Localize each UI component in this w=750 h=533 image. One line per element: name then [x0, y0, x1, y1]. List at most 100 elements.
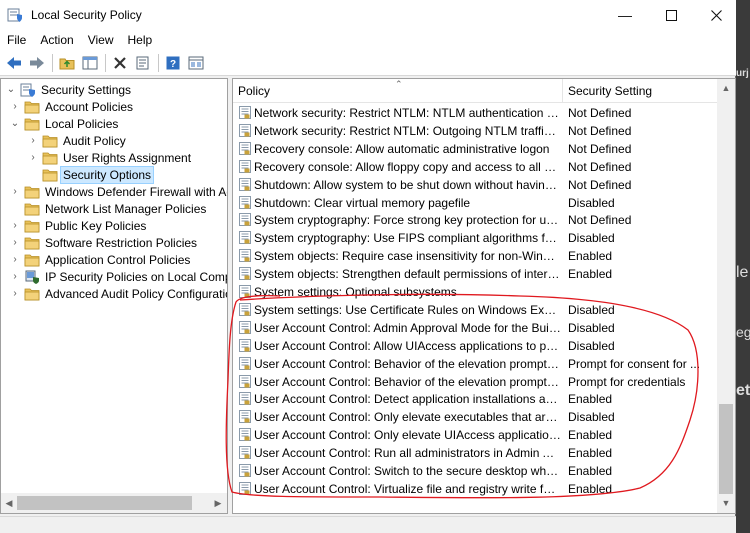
tree-item-label: Security Settings	[41, 82, 132, 97]
policy-row[interactable]: Shutdown: Allow system to be shut down w…	[233, 176, 717, 194]
scroll-left-icon[interactable]: ◀	[2, 495, 16, 511]
close-button[interactable]	[693, 0, 739, 30]
tree-item-label: Public Key Policies	[45, 218, 147, 233]
collapsed-chevron-icon[interactable]: ›	[9, 237, 21, 249]
policy-row[interactable]: User Account Control: Only elevate UIAcc…	[233, 426, 717, 444]
tree-horizontal-scrollbar[interactable]: ◀ ▶	[1, 493, 227, 513]
tree-item-label: IP Security Policies on Local Compute	[45, 269, 228, 284]
policy-row[interactable]: User Account Control: Allow UIAccess app…	[233, 337, 717, 355]
collapsed-chevron-icon[interactable]: ›	[9, 254, 21, 266]
policy-icon	[239, 267, 251, 281]
policy-row[interactable]: Network security: Restrict NTLM: Outgoin…	[233, 122, 717, 140]
policy-name: Shutdown: Clear virtual memory pagefile	[254, 195, 471, 210]
forward-button[interactable]	[26, 52, 48, 74]
collapsed-chevron-icon[interactable]: ›	[9, 220, 21, 232]
policy-setting: Prompt for consent for ...	[568, 356, 701, 371]
collapsed-chevron-icon[interactable]: ›	[9, 271, 21, 283]
policy-row[interactable]: System objects: Strengthen default permi…	[233, 265, 717, 283]
policy-row[interactable]: System settings: Optional subsystems	[233, 283, 717, 301]
up-one-level-button[interactable]	[56, 52, 78, 74]
policy-name: System cryptography: Force strong key pr…	[254, 213, 561, 228]
scroll-right-icon[interactable]: ▶	[211, 495, 225, 511]
policy-name: System objects: Strengthen default permi…	[254, 267, 561, 282]
policy-icon	[239, 123, 251, 137]
tree-item[interactable]: Network List Manager Policies	[9, 200, 208, 217]
help-button[interactable]: ?	[162, 52, 184, 74]
menu-help[interactable]: Help	[121, 33, 160, 47]
policy-row[interactable]: System settings: Use Certificate Rules o…	[233, 301, 717, 319]
show-hide-tree-button[interactable]	[79, 52, 101, 74]
policy-row[interactable]: Recovery console: Allow automatic admini…	[233, 140, 717, 158]
delete-button[interactable]	[109, 52, 131, 74]
scrollbar-thumb[interactable]	[17, 496, 192, 510]
policy-row[interactable]: System objects: Require case insensitivi…	[233, 247, 717, 265]
tree-item[interactable]: › Audit Policy	[27, 132, 128, 149]
policy-name: User Account Control: Detect application…	[254, 392, 561, 407]
policy-icon	[239, 392, 251, 406]
policy-icon	[239, 428, 251, 442]
collapsed-chevron-icon[interactable]: ›	[27, 135, 39, 147]
tree-item[interactable]: ⌄ Local Policies	[9, 115, 120, 132]
policy-row[interactable]: User Account Control: Admin Approval Mod…	[233, 319, 717, 337]
tree-item[interactable]: › Windows Defender Firewall with Adva	[9, 183, 227, 200]
scroll-down-icon[interactable]: ▼	[719, 495, 733, 511]
folder-icon	[24, 203, 40, 215]
collapsed-chevron-icon[interactable]: ›	[9, 288, 21, 300]
tree-item[interactable]: › Advanced Audit Policy Configuration	[9, 285, 227, 302]
policy-setting: Disabled	[568, 195, 615, 210]
help-icon: ?	[166, 56, 180, 70]
policy-name: System objects: Require case insensitivi…	[254, 249, 561, 264]
console-tree-pane: ◀ ▶ ⌄ Security Settings › Account Policies ⌄…	[0, 78, 228, 514]
tree-item[interactable]: › Software Restriction Policies	[9, 234, 199, 251]
policy-row[interactable]: Network security: Restrict NTLM: NTLM au…	[233, 104, 717, 122]
policy-row[interactable]: System cryptography: Force strong key pr…	[233, 211, 717, 229]
folder-icon	[24, 186, 40, 198]
folder-icon	[42, 169, 58, 181]
collapsed-chevron-icon[interactable]: ›	[27, 152, 39, 164]
scroll-up-icon[interactable]: ▲	[719, 80, 733, 96]
tree-item[interactable]: › Account Policies	[9, 98, 135, 115]
collapsed-chevron-icon[interactable]: ›	[9, 101, 21, 113]
background-text: le	[736, 264, 749, 281]
policy-setting: Not Defined	[568, 123, 632, 138]
console-view-button[interactable]	[185, 52, 207, 74]
policy-setting: Not Defined	[568, 159, 632, 174]
tree-item[interactable]: › IP Security Policies on Local Compute	[9, 268, 228, 285]
minimize-button[interactable]: —	[602, 0, 648, 30]
policy-setting: Not Defined	[568, 177, 632, 192]
expanded-chevron-icon[interactable]: ⌄	[5, 84, 17, 96]
no-expander	[27, 169, 39, 181]
background-window-edge: urj le eg etc	[736, 0, 750, 533]
tree-item[interactable]: ⌄ Security Settings	[5, 81, 133, 98]
scrollbar-thumb[interactable]	[719, 404, 733, 494]
folder-icon	[24, 288, 40, 300]
column-header-security-setting[interactable]: Security Setting	[563, 79, 718, 103]
menu-view[interactable]: View	[81, 33, 121, 47]
expanded-chevron-icon[interactable]: ⌄	[9, 118, 21, 130]
policy-row[interactable]: System cryptography: Use FIPS compliant …	[233, 229, 717, 247]
properties-button[interactable]	[132, 52, 154, 74]
maximize-button[interactable]	[648, 0, 694, 30]
policy-row[interactable]: User Account Control: Only elevate execu…	[233, 408, 717, 426]
policy-row[interactable]: User Account Control: Behavior of the el…	[233, 373, 717, 391]
policy-row[interactable]: Shutdown: Clear virtual memory pagefile D…	[233, 194, 717, 212]
menu-action[interactable]: Action	[33, 33, 80, 47]
policy-row[interactable]: User Account Control: Detect application…	[233, 390, 717, 408]
menu-file[interactable]: File	[0, 33, 33, 47]
policy-row[interactable]: User Account Control: Virtualize file an…	[233, 480, 717, 498]
column-header-policy-label: Policy	[238, 84, 271, 98]
tree-item-label: User Rights Assignment	[63, 150, 192, 165]
tree-item[interactable]: › Application Control Policies	[9, 251, 192, 268]
back-button[interactable]	[3, 52, 25, 74]
policy-row[interactable]: User Account Control: Behavior of the el…	[233, 355, 717, 373]
policy-row[interactable]: Recovery console: Allow floppy copy and …	[233, 158, 717, 176]
collapsed-chevron-icon[interactable]: ›	[9, 186, 21, 198]
tree-item[interactable]: Security Options	[27, 165, 155, 184]
policy-row[interactable]: User Account Control: Run all administra…	[233, 444, 717, 462]
local-security-policy-window: Local Security Policy — File Action View…	[0, 0, 736, 533]
policy-row[interactable]: User Account Control: Switch to the secu…	[233, 462, 717, 480]
tree-item[interactable]: › Public Key Policies	[9, 217, 148, 234]
list-header: Policy ⌃ Security Setting	[233, 79, 717, 103]
list-vertical-scrollbar[interactable]: ▲ ▼	[717, 79, 735, 513]
tree-item[interactable]: › User Rights Assignment	[27, 149, 193, 166]
